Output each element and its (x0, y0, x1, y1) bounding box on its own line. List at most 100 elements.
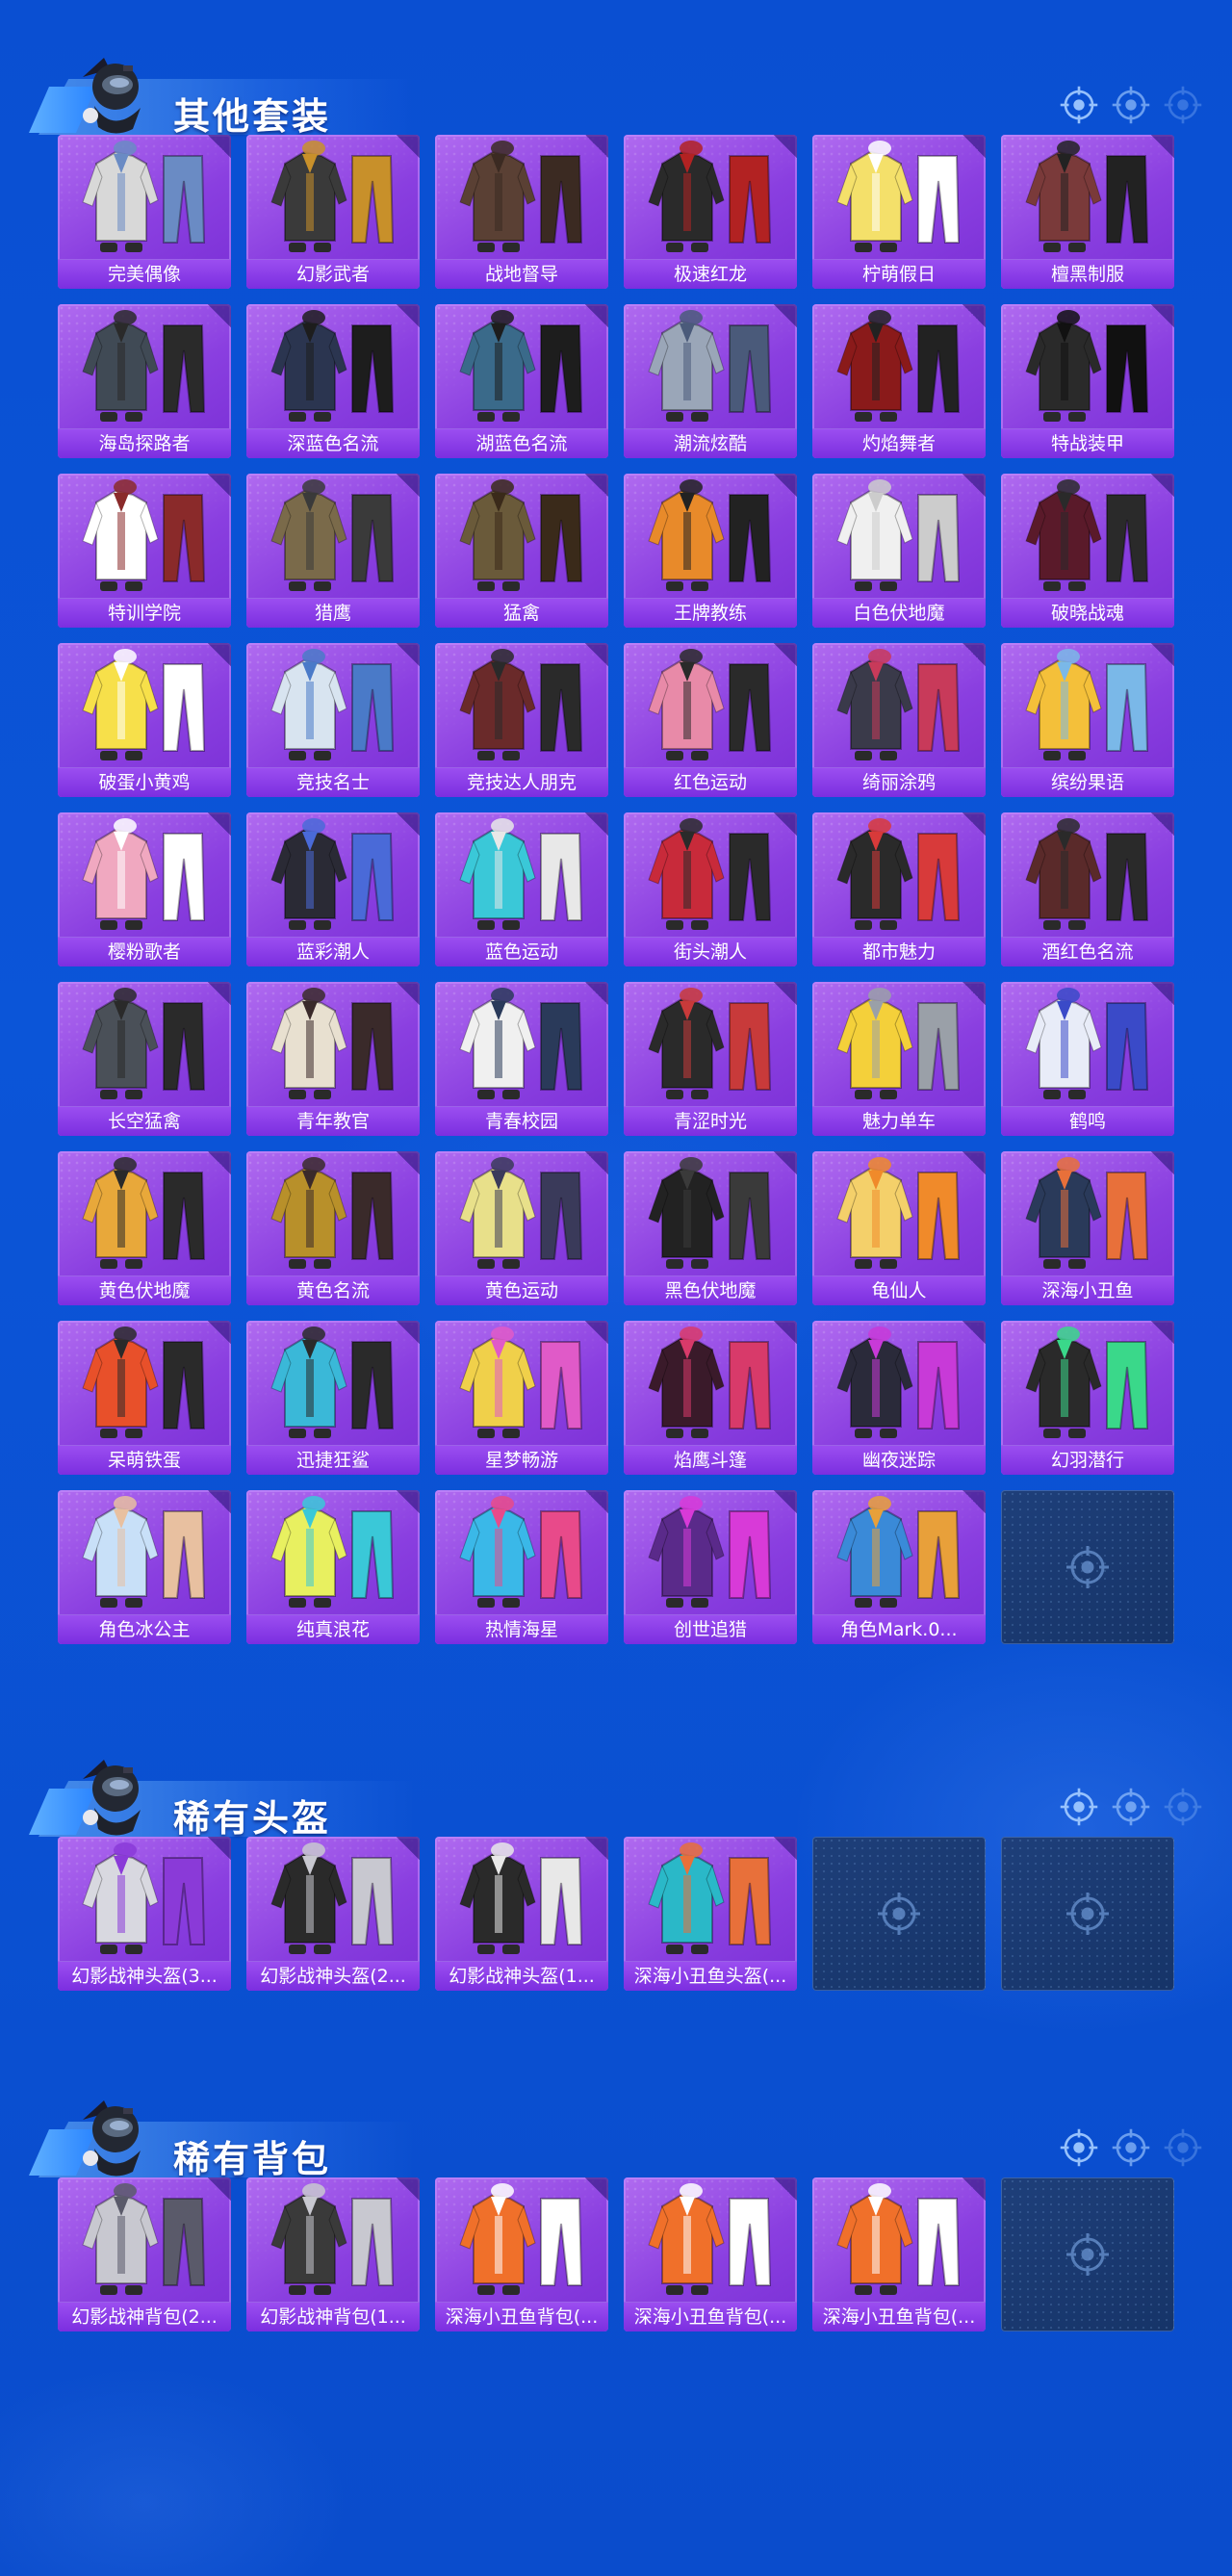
item-card[interactable]: 红色运动 (624, 643, 797, 797)
item-card[interactable]: 青涩时光 (624, 982, 797, 1136)
item-card[interactable]: 热情海星 (435, 1490, 608, 1644)
item-card[interactable]: 酒红色名流 (1001, 812, 1174, 966)
item-card[interactable]: 潮流炫酷 (624, 304, 797, 458)
item-card[interactable]: 黄色运动 (435, 1151, 608, 1305)
item-card[interactable]: 猛禽 (435, 474, 608, 628)
item-card[interactable]: 深海小丑鱼头盔(... (624, 1837, 797, 1991)
item-label: 鹤鸣 (1001, 1106, 1174, 1136)
section-header: 其他套装 (29, 39, 414, 144)
item-card[interactable]: 黄色伏地魔 (58, 1151, 231, 1305)
item-card[interactable]: 深海小丑鱼背包(... (812, 2177, 986, 2331)
item-card[interactable]: 都市魅力 (812, 812, 986, 966)
item-grid: 完美偶像 幻影武者 战地督导 极速红龙 柠萌假日 檀黑制服 海岛探路者 深蓝色名… (58, 135, 1174, 1644)
item-card[interactable]: 焰鹰斗篷 (624, 1321, 797, 1475)
item-label: 猛禽 (435, 598, 608, 628)
item-card[interactable]: 蓝色运动 (435, 812, 608, 966)
card-corner (774, 982, 797, 1005)
item-card[interactable]: 角色Mark.0... (812, 1490, 986, 1644)
item-label: 深海小丑鱼背包(... (624, 2302, 797, 2331)
item-label: 破蛋小黄鸡 (58, 767, 231, 797)
item-card[interactable]: 呆萌铁蛋 (58, 1321, 231, 1475)
item-card[interactable]: 街头潮人 (624, 812, 797, 966)
item-card[interactable]: 特战装甲 (1001, 304, 1174, 458)
item-card[interactable]: 幻影武者 (246, 135, 420, 289)
item-card[interactable]: 猎鹰 (246, 474, 420, 628)
item-label: 白色伏地魔 (812, 598, 986, 628)
item-card[interactable]: 纯真浪花 (246, 1490, 420, 1644)
card-corner (962, 474, 986, 497)
item-card[interactable]: 黑色伏地魔 (624, 1151, 797, 1305)
item-card[interactable]: 角色冰公主 (58, 1490, 231, 1644)
item-card[interactable]: 完美偶像 (58, 135, 231, 289)
item-card[interactable]: 海岛探路者 (58, 304, 231, 458)
card-corner (397, 2177, 420, 2201)
card-corner (1151, 812, 1174, 836)
item-card[interactable]: 灼焰舞者 (812, 304, 986, 458)
item-card[interactable]: 幻影战神背包(1... (246, 2177, 420, 2331)
item-card[interactable]: 深海小丑鱼背包(... (624, 2177, 797, 2331)
item-card[interactable]: 竞技名士 (246, 643, 420, 797)
item-card[interactable]: 白色伏地魔 (812, 474, 986, 628)
item-card[interactable]: 深蓝色名流 (246, 304, 420, 458)
item-card[interactable]: 青年教官 (246, 982, 420, 1136)
item-card[interactable]: 檀黑制服 (1001, 135, 1174, 289)
item-card[interactable]: 幻羽潜行 (1001, 1321, 1174, 1475)
item-label: 特战装甲 (1001, 428, 1174, 458)
card-corner (1151, 1151, 1174, 1174)
section-header: 稀有背包 (29, 2081, 414, 2187)
item-card[interactable]: 魅力单车 (812, 982, 986, 1136)
item-card[interactable]: 竞技达人朋克 (435, 643, 608, 797)
item-label: 呆萌铁蛋 (58, 1445, 231, 1475)
item-card[interactable]: 破蛋小黄鸡 (58, 643, 231, 797)
card-corner (1151, 304, 1174, 327)
item-card[interactable]: 幻影战神背包(2... (58, 2177, 231, 2331)
item-card[interactable]: 星梦畅游 (435, 1321, 608, 1475)
item-card[interactable]: 青春校园 (435, 982, 608, 1136)
item-label: 缤纷果语 (1001, 767, 1174, 797)
item-card[interactable]: 深海小丑鱼 (1001, 1151, 1174, 1305)
card-corner (585, 2177, 608, 2201)
card-corner (585, 1151, 608, 1174)
item-card[interactable]: 柠萌假日 (812, 135, 986, 289)
item-card[interactable]: 战地督导 (435, 135, 608, 289)
card-corner (774, 474, 797, 497)
item-label: 海岛探路者 (58, 428, 231, 458)
item-label: 幻影战神头盔(3... (58, 1961, 231, 1991)
card-corner (585, 135, 608, 158)
card-corner (1151, 474, 1174, 497)
item-card[interactable]: 黄色名流 (246, 1151, 420, 1305)
item-card[interactable]: 幻影战神头盔(3... (58, 1837, 231, 1991)
item-card[interactable]: 缤纷果语 (1001, 643, 1174, 797)
item-card[interactable]: 破晓战魂 (1001, 474, 1174, 628)
card-corner (208, 135, 231, 158)
item-card[interactable]: 特训学院 (58, 474, 231, 628)
item-card[interactable]: 幻影战神头盔(2... (246, 1837, 420, 1991)
item-card[interactable]: 樱粉歌者 (58, 812, 231, 966)
card-corner (962, 135, 986, 158)
item-card[interactable]: 极速红龙 (624, 135, 797, 289)
item-card[interactable]: 龟仙人 (812, 1151, 986, 1305)
card-corner (397, 1490, 420, 1513)
item-label: 街头潮人 (624, 937, 797, 966)
item-label: 幻影战神背包(1... (246, 2302, 420, 2331)
card-corner (774, 304, 797, 327)
item-card[interactable]: 深海小丑鱼背包(... (435, 2177, 608, 2331)
item-card[interactable]: 创世追猎 (624, 1490, 797, 1644)
item-card[interactable]: 鹤鸣 (1001, 982, 1174, 1136)
item-card[interactable]: 长空猛禽 (58, 982, 231, 1136)
item-card[interactable]: 湖蓝色名流 (435, 304, 608, 458)
card-corner (208, 304, 231, 327)
card-corner (774, 643, 797, 666)
item-label: 迅捷狂鲨 (246, 1445, 420, 1475)
item-label: 纯真浪花 (246, 1614, 420, 1644)
item-card[interactable]: 蓝彩潮人 (246, 812, 420, 966)
item-grid: 幻影战神背包(2... 幻影战神背包(1... 深海小丑鱼背包(... 深海小丑… (58, 2177, 1174, 2331)
item-card[interactable]: 王牌教练 (624, 474, 797, 628)
item-card[interactable]: 绮丽涂鸦 (812, 643, 986, 797)
crosshair-decoration (1059, 2127, 1203, 2168)
item-card[interactable]: 幻影战神头盔(1... (435, 1837, 608, 1991)
item-card[interactable]: 迅捷狂鲨 (246, 1321, 420, 1475)
item-card[interactable]: 幽夜迷踪 (812, 1321, 986, 1475)
card-corner (774, 1490, 797, 1513)
item-label: 幻影战神背包(2... (58, 2302, 231, 2331)
